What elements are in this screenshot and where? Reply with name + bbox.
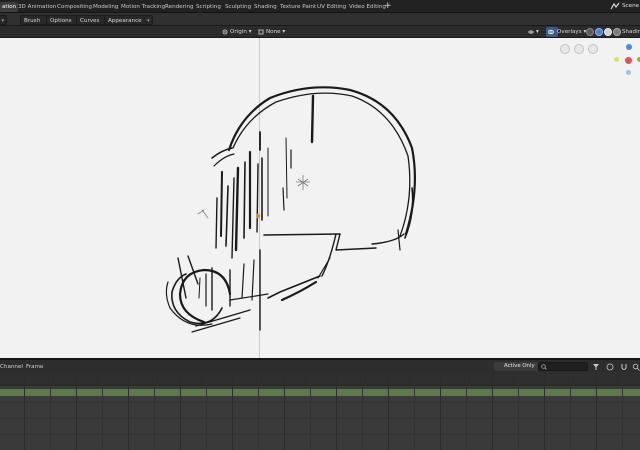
snap-icon bbox=[258, 29, 264, 34]
dope-sheet-area[interactable] bbox=[0, 372, 640, 450]
menu-frame[interactable]: Frame bbox=[26, 363, 43, 371]
frame-gridline bbox=[128, 372, 129, 450]
chevron-down-icon: ▾ bbox=[1, 17, 4, 24]
frame-gridline bbox=[180, 372, 181, 450]
origin-label: Origin bbox=[230, 29, 247, 35]
frame-gridline bbox=[414, 372, 415, 450]
frame-gridline bbox=[258, 372, 259, 450]
add-workspace-button[interactable]: + bbox=[384, 1, 392, 12]
eye-icon bbox=[528, 29, 534, 34]
zoom-icon[interactable] bbox=[632, 363, 640, 371]
frame-gridline bbox=[570, 372, 571, 450]
frame-gridline bbox=[50, 372, 51, 450]
gizmo-z-axis-icon[interactable] bbox=[626, 44, 632, 50]
rendered-shading-icon[interactable] bbox=[613, 28, 621, 36]
stroke-projection-none[interactable]: None ▾ bbox=[258, 27, 285, 37]
tab-shading[interactable]: Shading bbox=[252, 2, 279, 12]
frame-gridline bbox=[492, 372, 493, 450]
view-navigate-icon[interactable] bbox=[560, 44, 570, 54]
stroke-placement-origin[interactable]: Origin ▾ bbox=[222, 27, 252, 37]
tool-header: ▾ Brush▾ Options▾ Curves▾ Appearance▾ bbox=[0, 13, 640, 26]
gizmo-y-negative-icon[interactable] bbox=[614, 57, 619, 62]
none-label: None bbox=[266, 29, 281, 35]
frame-gridline bbox=[388, 372, 389, 450]
frame-gridline bbox=[362, 372, 363, 450]
shading-dropdown[interactable]: Shading bbox=[622, 27, 640, 37]
frame-gridline bbox=[622, 372, 623, 450]
overlays-label: Overlays bbox=[557, 29, 582, 35]
overlays-icon bbox=[548, 29, 554, 34]
active-only-toggle[interactable]: Active Only bbox=[494, 362, 539, 371]
frame-gridline bbox=[206, 372, 207, 450]
tab-motion-tracking[interactable]: Motion Tracking bbox=[119, 2, 167, 12]
view-toggle[interactable]: ▾ bbox=[528, 27, 539, 37]
tab-sculpting[interactable]: Sculpting bbox=[223, 2, 253, 12]
options-label: Options bbox=[50, 17, 72, 24]
solid-shading-icon[interactable] bbox=[595, 28, 603, 36]
appearance-label: Appearance bbox=[108, 17, 142, 24]
frame-gridline bbox=[24, 372, 25, 450]
cursor-icon bbox=[296, 175, 310, 190]
gizmo-z-negative-icon[interactable] bbox=[626, 70, 631, 75]
frame-gridline bbox=[102, 372, 103, 450]
frame-gridline bbox=[336, 372, 337, 450]
wireframe-shading-icon[interactable] bbox=[586, 28, 594, 36]
tab-compositing[interactable]: Compositing bbox=[55, 2, 94, 12]
filter-icon[interactable] bbox=[592, 363, 600, 371]
tab-video-editing[interactable]: Video Editing bbox=[347, 2, 388, 12]
viewport-header: Origin ▾ None ▾ ▾ Overlays ▾ Shading bbox=[0, 26, 640, 38]
scene-selector[interactable]: Scene bbox=[622, 2, 639, 11]
scene-icon[interactable] bbox=[610, 2, 620, 11]
material-shading-icon[interactable] bbox=[604, 28, 612, 36]
tab-texture-paint[interactable]: Texture Paint bbox=[278, 2, 318, 12]
frame-gridline bbox=[544, 372, 545, 450]
frame-gridline bbox=[154, 372, 155, 450]
frame-gridline bbox=[466, 372, 467, 450]
tab-rendering[interactable]: Rendering bbox=[163, 2, 196, 12]
normalize-icon[interactable] bbox=[606, 363, 614, 371]
timeline-header: Channel Frame Active Only bbox=[0, 358, 640, 372]
frame-gridline bbox=[596, 372, 597, 450]
menu-channel[interactable]: Channel bbox=[0, 363, 23, 371]
appearance-dropdown[interactable]: Appearance ▾ bbox=[104, 14, 153, 25]
frame-gridline bbox=[232, 372, 233, 450]
curves-label: Curves bbox=[80, 17, 100, 24]
origin-icon bbox=[222, 29, 228, 34]
frame-gridline bbox=[310, 372, 311, 450]
frame-gridline bbox=[518, 372, 519, 450]
view-orbit-icon[interactable] bbox=[574, 44, 584, 54]
chevron-down-icon: ▾ bbox=[147, 17, 150, 24]
workspace-tab-bar: ation 3D Animation Compositing Modeling … bbox=[0, 0, 640, 13]
3d-viewport[interactable] bbox=[0, 38, 640, 358]
snap-magnet-icon[interactable] bbox=[620, 363, 628, 371]
frame-gridline bbox=[76, 372, 77, 450]
active-only-label: Active Only bbox=[504, 363, 535, 369]
frame-gridline bbox=[440, 372, 441, 450]
overlays-dropdown[interactable]: Overlays ▾ bbox=[557, 27, 586, 37]
mode-dropdown[interactable]: ▾ bbox=[0, 14, 7, 25]
gizmo-x-axis-icon[interactable] bbox=[625, 57, 632, 64]
brush-label: Brush bbox=[24, 17, 41, 24]
frame-gridline bbox=[284, 372, 285, 450]
tab-modeling[interactable]: Modeling bbox=[91, 2, 120, 12]
tab-3d-animation[interactable]: 3D Animation bbox=[16, 2, 58, 12]
tab-scripting[interactable]: Scripting bbox=[194, 2, 223, 12]
origin-marker-icon bbox=[255, 213, 261, 219]
view-zoom-icon[interactable] bbox=[588, 44, 598, 54]
tab-uv-editing[interactable]: UV Editing bbox=[315, 2, 348, 12]
search-icon bbox=[541, 364, 547, 370]
grease-pencil-skull-sketch[interactable] bbox=[0, 38, 640, 358]
channel-search-input[interactable] bbox=[538, 362, 588, 371]
